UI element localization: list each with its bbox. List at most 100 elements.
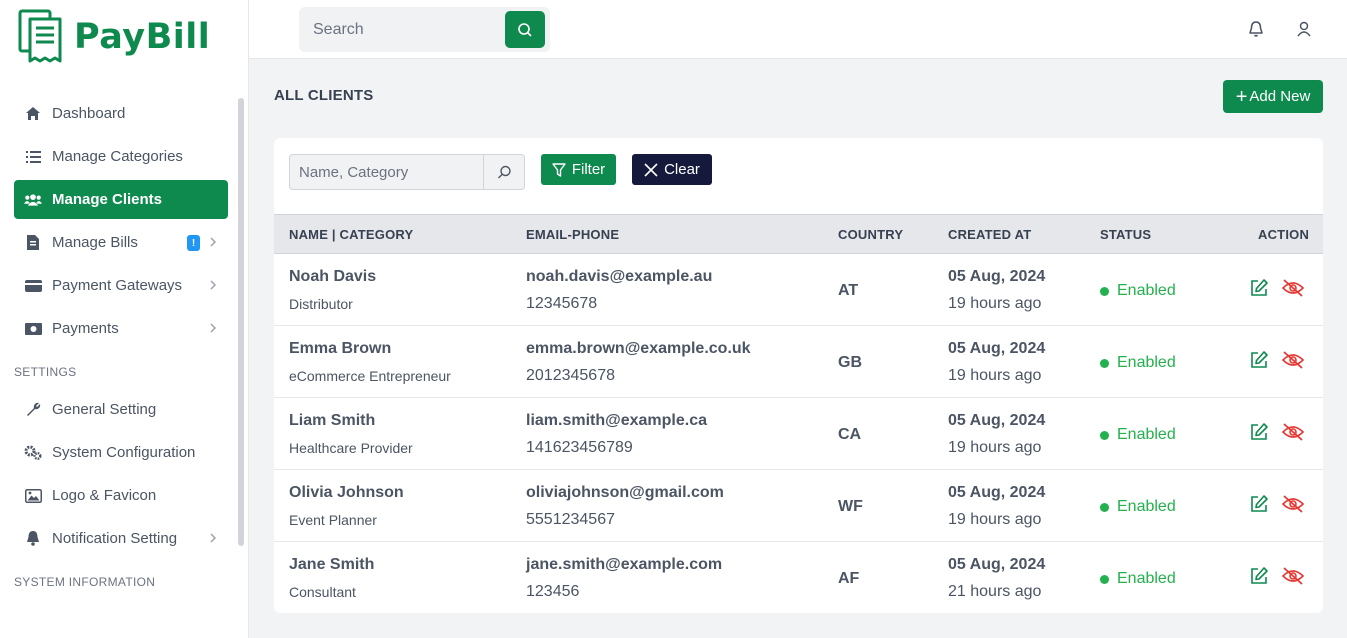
funnel-icon [552, 162, 566, 177]
eye-slash-icon[interactable] [1281, 350, 1305, 370]
search-button[interactable] [505, 11, 545, 48]
status-dot [1100, 358, 1109, 368]
column-header-name[interactable]: NAME | CATEGORY [289, 227, 413, 242]
chevron-right-icon [210, 323, 217, 333]
eye-slash-icon[interactable] [1281, 278, 1305, 298]
column-header-country[interactable]: COUNTRY [838, 227, 903, 242]
sidebar-item-label: Notification Setting [52, 530, 178, 547]
client-name: Olivia Johnson [289, 484, 404, 501]
clients-card: Filter Clear NAME | CATEGORY EMAIL-PHONE… [274, 138, 1323, 613]
close-icon [644, 162, 658, 177]
created-ago: 19 hours ago [948, 295, 1042, 312]
brand-name: PayBill [74, 17, 211, 57]
sidebar-item-dashboard[interactable]: Dashboard [14, 94, 228, 133]
clear-button[interactable]: Clear [632, 154, 712, 185]
status-text: Enabled [1117, 570, 1176, 587]
status-badge: Enabled [1100, 570, 1176, 588]
notifications-button[interactable] [1245, 18, 1267, 40]
search-input[interactable] [299, 7, 504, 52]
column-header-action: ACTION [1258, 227, 1310, 242]
created-date: 05 Aug, 2024 [948, 268, 1046, 285]
filter-button[interactable]: Filter [541, 154, 616, 185]
eye-slash-icon[interactable] [1281, 422, 1305, 442]
sidebar-item-label: Payments [52, 320, 119, 337]
settings-section-label: SETTINGS [14, 365, 77, 379]
table-row: Emma Brown eCommerce Entrepreneur emma.b… [274, 326, 1323, 398]
sidebar-item-manage-clients[interactable]: Manage Clients [14, 180, 228, 219]
filter-search [289, 154, 525, 190]
created-ago: 21 hours ago [948, 583, 1042, 600]
sidebar-item-manage-bills[interactable]: Manage Bills ! [14, 223, 228, 262]
edit-icon[interactable] [1249, 422, 1269, 442]
image-icon [24, 488, 42, 504]
client-country: GB [838, 354, 862, 371]
table-body: Noah Davis Distributor noah.davis@exampl… [274, 254, 1323, 613]
client-email: jane.smith@example.com [526, 556, 723, 573]
edit-icon[interactable] [1249, 350, 1269, 370]
edit-icon[interactable] [1249, 278, 1269, 298]
sidebar-item-manage-categories[interactable]: Manage Categories [14, 137, 228, 176]
status-badge: Enabled [1100, 498, 1176, 516]
table-row: Noah Davis Distributor noah.davis@exampl… [274, 254, 1323, 326]
column-header-created[interactable]: CREATED AT [948, 227, 1031, 242]
sidebar-item-notification-setting[interactable]: Notification Setting [14, 519, 228, 558]
client-category: Consultant [289, 584, 356, 600]
created-date: 05 Aug, 2024 [948, 340, 1046, 357]
client-category: Event Planner [289, 512, 377, 528]
column-header-status[interactable]: STATUS [1100, 227, 1151, 242]
credit-card-icon [24, 278, 42, 294]
status-badge: Enabled [1100, 282, 1176, 300]
table-header: NAME | CATEGORY EMAIL-PHONE COUNTRY CREA… [274, 214, 1323, 254]
chevron-right-icon [210, 280, 217, 290]
alert-badge: ! [187, 235, 200, 251]
created-date: 05 Aug, 2024 [948, 412, 1046, 429]
edit-icon[interactable] [1249, 494, 1269, 514]
client-phone: 12345678 [526, 295, 598, 312]
profile-button[interactable] [1293, 18, 1315, 40]
status-badge: Enabled [1100, 426, 1176, 444]
receipt-logo-icon [18, 9, 62, 63]
table-row: Olivia Johnson Event Planner oliviajohns… [274, 470, 1323, 542]
eye-slash-icon[interactable] [1281, 494, 1305, 514]
client-country: AF [838, 570, 860, 587]
status-badge: Enabled [1100, 354, 1176, 372]
add-new-button[interactable]: + Add New [1223, 80, 1323, 113]
sidebar-item-payments[interactable]: Payments [14, 309, 228, 348]
sidebar-nav: Dashboard Manage Categories Manage Clien… [14, 94, 228, 600]
client-phone: 2012345678 [526, 367, 615, 384]
chevron-right-icon [210, 533, 217, 543]
sidebar-scrollbar[interactable] [238, 98, 244, 546]
client-country: AT [838, 282, 859, 299]
add-new-label: Add New [1249, 88, 1311, 105]
created-ago: 19 hours ago [948, 439, 1042, 456]
edit-icon[interactable] [1249, 566, 1269, 586]
sidebar-item-general-setting[interactable]: General Setting [14, 390, 228, 429]
client-country: CA [838, 426, 862, 443]
eye-slash-icon[interactable] [1281, 566, 1305, 586]
sidebar-item-label: General Setting [52, 401, 157, 418]
name-category-input[interactable] [290, 155, 484, 189]
sidebar-item-label: Logo & Favicon [52, 487, 157, 504]
client-name: Jane Smith [289, 556, 375, 573]
brand-logo[interactable]: PayBill [18, 9, 210, 65]
client-email: noah.davis@example.au [526, 268, 713, 285]
plus-icon: + [1235, 85, 1248, 108]
chevron-right-icon [210, 237, 217, 247]
sidebar-item-system-configuration[interactable]: System Configuration [14, 433, 228, 472]
client-phone: 123456 [526, 583, 580, 600]
sidebar-item-logo-favicon[interactable]: Logo & Favicon [14, 476, 228, 515]
client-name: Emma Brown [289, 340, 392, 357]
sidebar-item-label: Manage Clients [52, 191, 163, 208]
global-search [299, 7, 550, 52]
users-icon [24, 192, 42, 208]
sidebar-item-label: Payment Gateways [52, 277, 183, 294]
created-date: 05 Aug, 2024 [948, 556, 1046, 573]
search-icon [518, 22, 532, 37]
filter-search-button[interactable] [483, 155, 524, 189]
bell-icon [1249, 21, 1263, 37]
bell-icon [24, 531, 42, 547]
sidebar-item-payment-gateways[interactable]: Payment Gateways [14, 266, 228, 305]
status-dot [1100, 574, 1109, 584]
client-phone: 5551234567 [526, 511, 615, 528]
column-header-email[interactable]: EMAIL-PHONE [526, 227, 619, 242]
